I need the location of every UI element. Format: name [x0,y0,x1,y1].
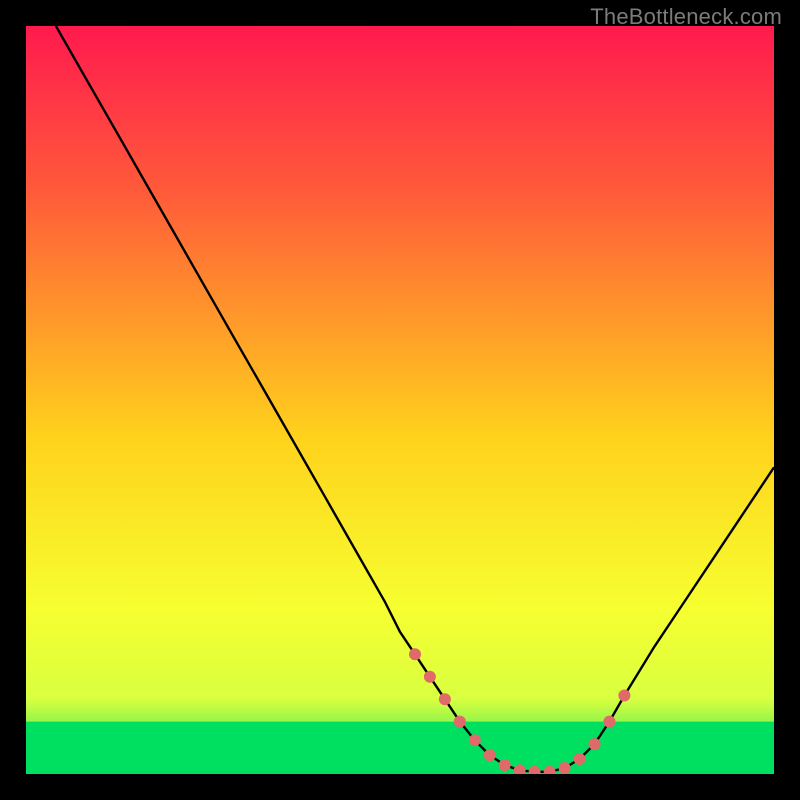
curve-marker [454,716,466,728]
plot-area [26,26,774,774]
curve-marker [499,759,511,771]
curve-marker [439,693,451,705]
curve-marker [618,690,630,702]
chart-svg [26,26,774,774]
gradient-bg [26,26,774,774]
curve-marker [424,671,436,683]
curve-marker [589,738,601,750]
watermark-text: TheBottleneck.com [590,4,782,30]
curve-marker [559,762,571,774]
curve-marker [409,648,421,660]
curve-marker [484,749,496,761]
green-band [26,722,774,774]
curve-marker [574,753,586,765]
curve-marker [603,716,615,728]
chart-root: TheBottleneck.com [0,0,800,800]
curve-marker [469,734,481,746]
